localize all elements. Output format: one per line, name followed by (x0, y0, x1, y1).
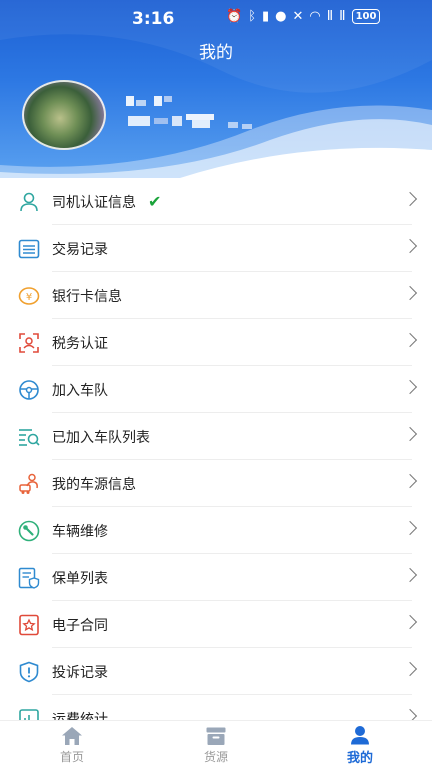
chevron-right-icon (402, 426, 418, 442)
chevron-right-icon (402, 379, 418, 395)
menu-item-tax-certification[interactable]: 税务认证 (0, 319, 432, 366)
bottom-tab-bar: 首页 货源 我的 (0, 720, 432, 769)
menu-item-label: 电子合同 (52, 617, 108, 634)
menu-item-driver-certification[interactable]: 司机认证信息 ✔ (0, 178, 432, 225)
chevron-right-icon (402, 708, 418, 720)
menu-item-e-contract[interactable]: 电子合同 (0, 601, 432, 648)
wrench-icon (17, 519, 41, 543)
status-time: 3:16 (132, 9, 175, 29)
masked-user-info (126, 96, 252, 129)
cargo-box-icon (206, 727, 226, 745)
signal-icon-1: Ⅱ (326, 9, 334, 24)
chevron-right-icon (402, 238, 418, 254)
tab-mine[interactable]: 我的 (288, 721, 432, 769)
menu-item-transaction-records[interactable]: 交易记录 (0, 225, 432, 272)
menu-item-policy-list[interactable]: 保单列表 (0, 554, 432, 601)
menu-item-label: 保单列表 (52, 570, 108, 587)
battery-icon: 100 (351, 9, 381, 24)
verified-check-icon: ✔ (148, 192, 162, 211)
mute-icon: ✕ (292, 9, 304, 24)
contract-stamp-icon (17, 613, 41, 637)
steering-wheel-icon (17, 378, 41, 402)
menu-item-my-vehicle-info[interactable]: 我的车源信息 (0, 460, 432, 507)
home-icon (62, 726, 82, 745)
page-title: 我的 (199, 43, 233, 63)
signal-icon-2: Ⅱ (339, 9, 346, 24)
yuan-coin-icon: ¥ (17, 284, 41, 308)
menu-item-label: 加入车队 (52, 382, 108, 399)
menu-item-freight-statistics[interactable]: 运费统计 (0, 695, 432, 720)
menu-item-label: 税务认证 (52, 335, 108, 352)
chevron-right-icon (402, 473, 418, 489)
driver-truck-icon (17, 472, 41, 496)
chevron-right-icon (402, 567, 418, 583)
profile-header: 3:16 ⏰ ᛒ ▮ ● ✕ ◠ Ⅱ Ⅱ 100 我的 (0, 0, 432, 178)
alarm-icon: ⏰ (226, 9, 243, 24)
chevron-right-icon (402, 520, 418, 536)
menu-item-label: 银行卡信息 (52, 288, 122, 305)
menu-item-label: 交易记录 (52, 241, 108, 258)
person-icon (17, 190, 41, 214)
menu-item-vehicle-repair[interactable]: 车辆维修 (0, 507, 432, 554)
menu-item-label: 运费统计 (52, 711, 108, 721)
avatar[interactable] (22, 80, 106, 150)
menu-item-label: 司机认证信息 (52, 194, 136, 211)
complaint-shield-icon (17, 660, 41, 684)
tab-home[interactable]: 首页 (0, 721, 144, 769)
list-search-icon (17, 425, 41, 449)
menu-item-joined-fleet-list[interactable]: 已加入车队列表 (0, 413, 432, 460)
status-bar: 3:16 ⏰ ᛒ ▮ ● ✕ ◠ Ⅱ Ⅱ 100 (0, 0, 432, 36)
location-icon: ● (275, 9, 287, 24)
menu-list: 司机认证信息 ✔ 交易记录 ¥ 银行卡信息 税务认证 加入车队 已加入车队列表 … (0, 178, 432, 720)
vibrate-icon: ▮ (262, 9, 270, 24)
menu-item-label: 已加入车队列表 (52, 429, 150, 446)
list-icon (17, 237, 41, 261)
menu-item-bank-card[interactable]: ¥ 银行卡信息 (0, 272, 432, 319)
chart-icon (17, 707, 41, 720)
tab-label: 我的 (346, 750, 373, 766)
menu-item-complaint-records[interactable]: 投诉记录 (0, 648, 432, 695)
chevron-right-icon (402, 661, 418, 677)
chevron-right-icon (402, 614, 418, 630)
profile-icon (351, 725, 369, 744)
menu-item-label: 投诉记录 (52, 664, 108, 681)
menu-item-join-fleet[interactable]: 加入车队 (0, 366, 432, 413)
tab-label: 货源 (203, 749, 228, 764)
tab-cargo-source[interactable]: 货源 (144, 721, 288, 769)
status-icons: ⏰ ᛒ ▮ ● ✕ ◠ Ⅱ Ⅱ 100 (226, 9, 381, 24)
svg-text:¥: ¥ (26, 292, 32, 303)
menu-item-label: 我的车源信息 (52, 476, 136, 493)
wifi-icon: ◠ (309, 9, 321, 24)
bluetooth-icon: ᛒ (248, 9, 256, 24)
chevron-right-icon (402, 285, 418, 301)
policy-shield-icon (17, 566, 41, 590)
menu-item-label: 车辆维修 (52, 523, 108, 540)
chevron-right-icon (402, 332, 418, 348)
id-scan-icon (17, 331, 41, 355)
tab-label: 首页 (59, 749, 84, 764)
chevron-right-icon (402, 191, 418, 207)
